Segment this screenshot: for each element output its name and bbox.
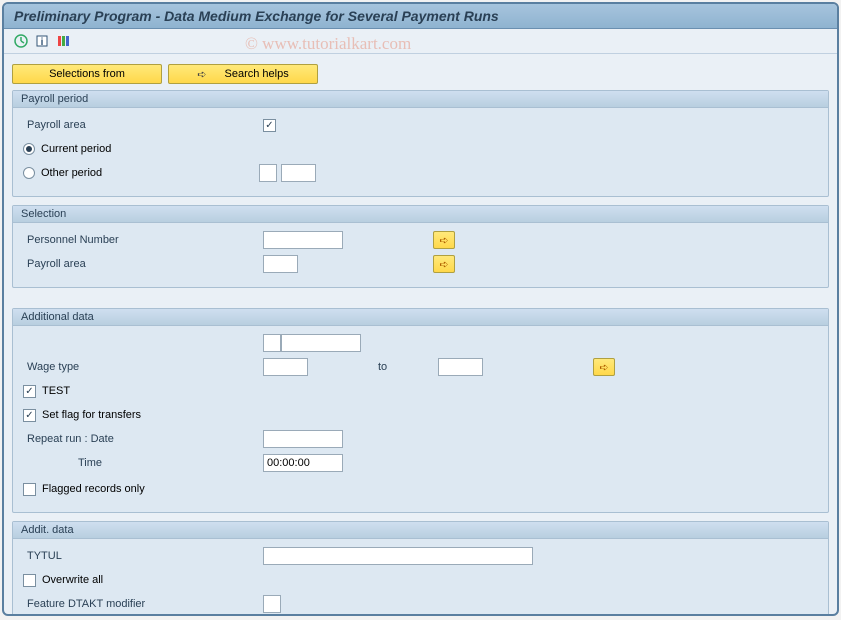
flagged-only-checkbox[interactable]	[23, 483, 36, 496]
wage-type-to-input[interactable]	[438, 358, 483, 376]
variant-icon[interactable]	[54, 32, 72, 50]
payroll-area-label: Payroll area	[23, 119, 263, 131]
other-period-from-input[interactable]	[259, 164, 277, 182]
feature-input[interactable]	[263, 595, 281, 613]
set-flag-label: Set flag for transfers	[42, 409, 141, 421]
repeat-run-date-input[interactable]	[263, 430, 343, 448]
other-period-to-input[interactable]	[281, 164, 316, 182]
group-payroll-period-title: Payroll period	[13, 91, 828, 108]
flagged-only-label: Flagged records only	[42, 483, 145, 495]
execute-icon[interactable]	[12, 32, 30, 50]
selections-from-label: Selections from	[49, 68, 125, 80]
feature-label: Feature DTAKT modifier	[23, 598, 263, 610]
radio-current-period[interactable]	[23, 143, 35, 155]
repeat-run-label: Repeat run : Date	[23, 433, 263, 445]
arrow-right-icon: ➪	[197, 68, 206, 81]
tytul-label: TYTUL	[23, 550, 263, 562]
time-input[interactable]	[263, 454, 343, 472]
group-selection-title: Selection	[13, 206, 828, 223]
group-addit-data: Addit. data TYTUL Overwrite all Feature …	[12, 521, 829, 616]
personnel-number-multi-button[interactable]: ➪	[433, 231, 455, 249]
overwrite-all-label: Overwrite all	[42, 574, 103, 586]
group-selection: Selection Personnel Number ➪ Payroll are…	[12, 205, 829, 288]
other-period-label: Other period	[41, 167, 259, 179]
sel-payroll-area-input[interactable]	[263, 255, 298, 273]
titlebar: Preliminary Program - Data Medium Exchan…	[4, 4, 837, 29]
radio-other-period[interactable]	[23, 167, 35, 179]
set-flag-checkbox[interactable]: ✓	[23, 409, 36, 422]
search-helps-label: Search helps	[225, 68, 289, 80]
search-helps-button[interactable]: ➪ Search helps	[168, 64, 318, 84]
additional-tiny1-input[interactable]	[263, 334, 281, 352]
button-row: Selections from ➪ Search helps	[12, 64, 829, 84]
to-label: to	[378, 361, 438, 373]
group-payroll-period: Payroll period Payroll area ✓ Current pe…	[12, 90, 829, 197]
info-icon[interactable]: i	[33, 32, 51, 50]
page-title: Preliminary Program - Data Medium Exchan…	[14, 8, 499, 24]
personnel-number-label: Personnel Number	[23, 234, 263, 246]
group-additional-data: Additional data Wage type to ➪ ✓ TEST	[12, 308, 829, 513]
overwrite-all-checkbox[interactable]	[23, 574, 36, 587]
tytul-input[interactable]	[263, 547, 533, 565]
selections-from-button[interactable]: Selections from	[12, 64, 162, 84]
time-label: Time	[23, 457, 263, 469]
sel-payroll-area-label: Payroll area	[23, 258, 263, 270]
svg-text:i: i	[41, 37, 44, 48]
personnel-number-input[interactable]	[263, 231, 343, 249]
app-toolbar: i	[4, 29, 837, 54]
current-period-label: Current period	[41, 143, 111, 155]
test-checkbox[interactable]: ✓	[23, 385, 36, 398]
wage-type-label: Wage type	[23, 361, 263, 373]
sel-payroll-area-multi-button[interactable]: ➪	[433, 255, 455, 273]
test-label: TEST	[42, 385, 70, 397]
wage-type-from-input[interactable]	[263, 358, 308, 376]
wage-type-multi-button[interactable]: ➪	[593, 358, 615, 376]
payroll-area-checkbox[interactable]: ✓	[263, 119, 276, 132]
additional-tiny2-input[interactable]	[281, 334, 361, 352]
group-additional-title: Additional data	[13, 309, 828, 326]
group-addit-title: Addit. data	[13, 522, 828, 539]
